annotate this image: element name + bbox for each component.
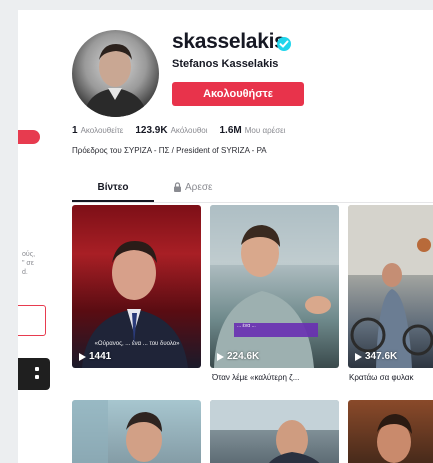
video-3-description[interactable]: Κρατάω σα φυλακ: [349, 373, 433, 382]
profile-bio: Πρόεδρος του ΣΥΡΙΖΑ - ΠΣ / President of …: [72, 146, 267, 155]
verified-check-icon: [277, 37, 291, 51]
follow-button[interactable]: Ακολουθήστε: [172, 82, 304, 106]
video-2-description[interactable]: Όταν λέμε «καλύτερη ζ...: [212, 373, 340, 382]
likes-label: Μου αρέσει: [244, 126, 286, 135]
left-fragment-button[interactable]: [18, 358, 50, 390]
avatar[interactable]: [72, 30, 159, 117]
tab-liked[interactable]: Αρεσε: [173, 180, 253, 202]
profile-page: ούς, " σε d. skasselakis Stefanos Kassel…: [18, 10, 433, 463]
profile-full-name: Stefanos Kasselakis: [172, 58, 279, 70]
tab-videos[interactable]: Βίντεο: [72, 180, 154, 202]
video-3-view-count: 347.6K: [365, 351, 398, 362]
video-2-views: 224.6K: [217, 351, 259, 362]
likes-count: 1.6M: [219, 125, 242, 136]
video-thumbnail-6[interactable]: [348, 400, 433, 463]
profile-username: skasselakis: [172, 30, 286, 53]
video-thumbnail-1[interactable]: «Ούρανος, ... ένα ... του δυολο» 1441: [72, 205, 201, 368]
left-column-fragment: ούς, " σε d.: [18, 10, 72, 463]
tab-divider: [72, 202, 433, 203]
video-thumbnail-4[interactable]: [72, 400, 201, 463]
play-icon: [217, 352, 224, 361]
profile-stats: 1 Ακολουθείτε 123.9K Ακόλουθοι 1.6M Μου …: [72, 125, 297, 139]
video-1-view-count: 1441: [89, 351, 112, 362]
followers-count: 123.9K: [135, 125, 168, 136]
left-fragment-text: ούς, " σε d.: [22, 251, 36, 276]
following-label[interactable]: Ακολουθείτε: [81, 126, 124, 135]
video-1-views: 1441: [79, 351, 111, 362]
tab-liked-label: Αρεσε: [185, 182, 213, 193]
video-3-views: 347.6K: [355, 351, 397, 362]
video-1-caption-overlay: «Ούρανος, ... ένα ... του δυολο»: [94, 341, 180, 347]
video-thumbnail-3[interactable]: 347.6K: [348, 205, 433, 368]
notification-pill[interactable]: [18, 130, 40, 144]
play-icon: [79, 352, 86, 361]
video-thumbnail-5[interactable]: [210, 400, 339, 463]
more-options-icon: [35, 367, 39, 379]
video-thumbnail-2[interactable]: ... ένα ... 224.6K: [210, 205, 339, 368]
followers-label[interactable]: Ακόλουθοι: [171, 126, 208, 135]
play-icon: [355, 352, 362, 361]
following-count: 1: [72, 125, 78, 136]
video-2-caption-overlay: ... ένα ...: [234, 323, 318, 337]
lock-icon: [173, 180, 182, 202]
left-fragment-input[interactable]: [18, 305, 46, 336]
video-2-view-count: 224.6K: [227, 351, 260, 362]
